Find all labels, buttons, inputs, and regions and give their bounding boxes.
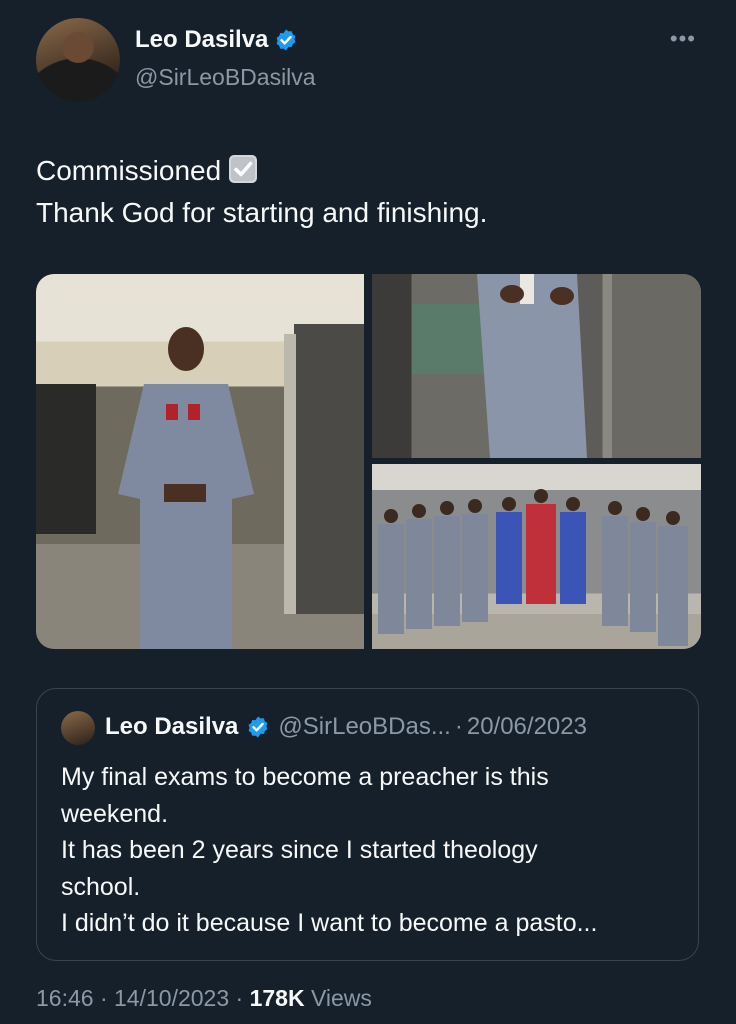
tweet-line-2: Thank God for starting and finishing. [36,197,488,228]
tweet-metadata: 16:46 · 14/10/2023 · 178K Views [36,985,372,1012]
verified-badge-icon [249,716,268,738]
quoted-tweet[interactable]: Leo Dasilva @SirLeoBDas... · 20/06/2023 … [36,688,699,961]
graduate-in-gown-photo[interactable] [36,274,364,649]
gown-closeup-photo[interactable] [372,274,701,458]
quoted-tweet-header: Leo Dasilva @SirLeoBDas... · 20/06/2023 [105,713,587,741]
check-mark-button-icon [229,155,258,183]
group-photo[interactable] [372,464,701,649]
quoted-author-avatar [61,711,95,745]
tweet-line-1: Commissioned [36,155,222,186]
author-avatar[interactable] [36,18,120,102]
more-options-icon[interactable]: ••• [670,26,696,52]
quoted-author-handle: @SirLeoBDas... [278,713,451,740]
media-grid[interactable] [36,274,701,649]
author-name[interactable]: Leo Dasilva [135,26,268,54]
tweet-date[interactable]: 14/10/2023 [114,985,229,1011]
quoted-line: I didn’t do it because I want to become … [61,909,598,937]
tweet: Leo Dasilva @SirLeoBDasilva ••• Commissi… [0,0,736,1024]
views-label: Views [310,985,372,1011]
quoted-tweet-text: My final exams to become a preacher is t… [61,759,681,942]
quoted-line: My final exams to become a preacher is t… [61,763,549,791]
meta-separator: · [99,985,108,1011]
quoted-tweet-date: 20/06/2023 [466,713,587,740]
quoted-author-name: Leo Dasilva [105,713,239,740]
graduate-in-gown-illustration [36,324,364,649]
views-count[interactable]: 178K [250,985,305,1011]
tweet-text: Commissioned Thank God for starting and … [36,150,487,234]
author-name-row[interactable]: Leo Dasilva [135,26,298,54]
quoted-line: school. [61,872,141,901]
quoted-line: weekend. [61,799,169,828]
quoted-line: It has been 2 years since I started theo… [61,836,538,864]
gown-closeup-illustration [412,274,701,458]
group-photo-illustration [372,489,701,649]
quoted-separator: · [454,713,463,740]
meta-separator: · [235,985,244,1011]
tweet-time[interactable]: 16:46 [36,985,94,1011]
author-handle[interactable]: @SirLeoBDasilva [135,64,316,91]
verified-badge-icon [277,29,296,51]
